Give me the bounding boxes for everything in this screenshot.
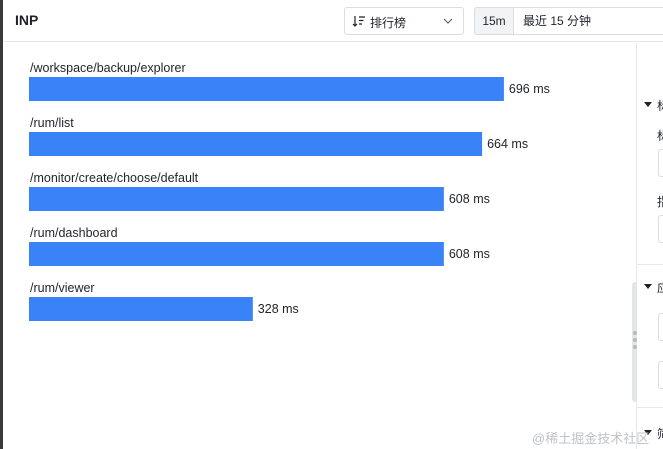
bar-category-label: /rum/dashboard — [30, 226, 118, 240]
bar-value-label: 608 ms — [449, 247, 490, 261]
bar-category-label: /monitor/create/choose/default — [30, 171, 199, 185]
section-title: 筛 — [657, 425, 663, 442]
section-title: 标 — [657, 97, 663, 114]
time-range-label[interactable]: 最近 15 分钟 — [523, 8, 591, 34]
field-label: 标 — [657, 127, 663, 144]
settings-panel: 标 标 指 应 筛 — [637, 43, 663, 449]
bar-value-label: 664 ms — [487, 137, 528, 151]
bar[interactable] — [29, 132, 483, 156]
watermark: @稀土掘金技术社区 — [532, 431, 650, 446]
field-input[interactable] — [658, 149, 663, 177]
widget-header: INP 排行榜 15m 最近 15 分钟 — [3, 0, 663, 42]
widget-title: INP — [15, 12, 39, 28]
bar-value-label: 608 ms — [449, 192, 490, 206]
field-input[interactable] — [658, 361, 663, 389]
bar-value-label: 328 ms — [258, 302, 299, 316]
section-divider — [637, 264, 663, 265]
sort-select-label: 排行榜 — [370, 16, 407, 30]
bar[interactable] — [29, 187, 444, 211]
chevron-down-icon — [443, 18, 453, 24]
time-quick-button[interactable]: 15m — [475, 8, 514, 34]
caret-down-icon[interactable] — [644, 284, 652, 289]
bar-value-label: 696 ms — [509, 82, 550, 96]
sort-icon — [352, 16, 365, 27]
inp-bar-chart: /workspace/backup/explorer 696 ms/rum/lis… — [3, 43, 633, 449]
bar[interactable] — [29, 77, 504, 101]
section-divider — [637, 407, 663, 408]
sort-select[interactable]: 排行榜 — [344, 7, 464, 35]
bar-category-label: /rum/list — [30, 116, 74, 130]
bar-category-label: /workspace/backup/explorer — [30, 61, 186, 75]
field-input[interactable] — [658, 313, 663, 341]
time-range-picker[interactable]: 15m 最近 15 分钟 — [474, 7, 663, 35]
bar[interactable] — [29, 297, 253, 321]
section-title: 应 — [657, 279, 663, 296]
bar[interactable] — [29, 242, 444, 266]
chart-svg: /workspace/backup/explorer 696 ms/rum/lis… — [29, 61, 550, 321]
field-input[interactable] — [658, 215, 663, 243]
bar-category-label: /rum/viewer — [30, 281, 95, 295]
caret-down-icon[interactable] — [644, 102, 652, 107]
field-label: 指 — [657, 193, 663, 210]
